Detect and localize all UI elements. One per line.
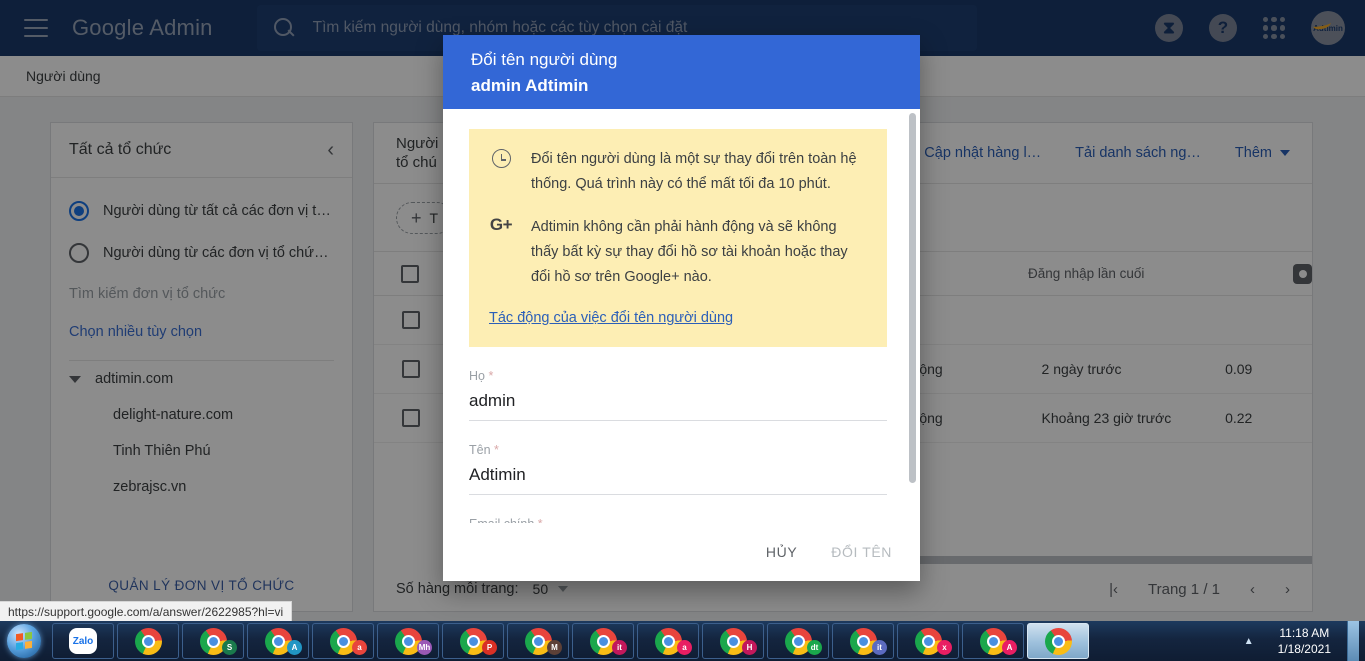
start-button[interactable] bbox=[0, 622, 48, 660]
taskbar-badge: S bbox=[222, 640, 237, 655]
taskbar-button[interactable] bbox=[1027, 623, 1089, 659]
clock-time: 11:18 AM bbox=[1279, 626, 1330, 640]
clock-icon bbox=[489, 147, 513, 197]
taskbar-badge: it bbox=[612, 640, 627, 655]
taskbar-button[interactable]: it bbox=[572, 623, 634, 659]
last-name-input[interactable]: admin bbox=[469, 383, 887, 421]
first-name-label: Tên * bbox=[469, 443, 887, 457]
windows-logo-icon bbox=[7, 624, 41, 658]
taskbar-items: Zalo S Aa Mh P Mit a Hdt it x A bbox=[52, 623, 1089, 659]
last-name-field[interactable]: Họ * admin bbox=[469, 369, 887, 421]
taskbar-button[interactable]: A bbox=[247, 623, 309, 659]
taskbar-button[interactable]: S bbox=[182, 623, 244, 659]
field-label-text: Tên bbox=[469, 443, 491, 457]
taskbar-button[interactable]: Mh bbox=[377, 623, 439, 659]
taskbar-badge: A bbox=[287, 640, 302, 655]
notice-item: Đổi tên người dùng là một sự thay đổi tr… bbox=[489, 147, 867, 197]
notice-panel: Đổi tên người dùng là một sự thay đổi tr… bbox=[469, 129, 887, 347]
clock[interactable]: 11:18 AM 1/18/2021 bbox=[1268, 625, 1341, 657]
system-tray: ▲ 11:18 AM 1/18/2021 bbox=[1244, 621, 1365, 661]
zalo-icon: Zalo bbox=[69, 628, 97, 654]
taskbar-button[interactable]: a bbox=[637, 623, 699, 659]
taskbar-badge: M bbox=[547, 640, 562, 655]
required-marker: * bbox=[488, 369, 494, 383]
rename-button[interactable]: ĐỔI TÊN bbox=[831, 544, 892, 560]
first-name-input[interactable]: Adtimin bbox=[469, 457, 887, 495]
notice-text: Đổi tên người dùng là một sự thay đổi tr… bbox=[531, 151, 857, 192]
taskbar-badge: Mh bbox=[417, 640, 432, 655]
field-label-text: Họ bbox=[469, 369, 485, 383]
taskbar-badge: dt bbox=[807, 640, 822, 655]
taskbar-button[interactable]: x bbox=[897, 623, 959, 659]
taskbar-badge: a bbox=[352, 640, 367, 655]
notice-link[interactable]: Tác động của việc đổi tên người dùng bbox=[489, 310, 733, 326]
google-plus-icon: G+ bbox=[489, 215, 513, 234]
show-desktop-button[interactable] bbox=[1347, 621, 1359, 661]
dialog-body: Đổi tên người dùng là một sự thay đổi tr… bbox=[443, 109, 920, 549]
last-name-label: Họ * bbox=[469, 369, 887, 383]
taskbar-button[interactable]: Zalo bbox=[52, 623, 114, 659]
taskbar-button[interactable]: H bbox=[702, 623, 764, 659]
taskbar-badge: x bbox=[937, 640, 952, 655]
windows-taskbar: Zalo S Aa Mh P Mit a Hdt it x A ▲ 11:18 AM 1/18/20… bbox=[0, 621, 1365, 661]
dialog-header: Đổi tên người dùng admin Adtimin bbox=[443, 35, 920, 109]
first-name-field[interactable]: Tên * Adtimin bbox=[469, 443, 887, 495]
taskbar-badge: P bbox=[482, 640, 497, 655]
required-marker: * bbox=[494, 443, 499, 457]
tray-expand-icon[interactable]: ▲ bbox=[1244, 636, 1254, 647]
dialog-subtitle: admin Adtimin bbox=[471, 76, 589, 95]
taskbar-button[interactable]: A bbox=[962, 623, 1024, 659]
taskbar-button[interactable] bbox=[117, 623, 179, 659]
taskbar-badge: it bbox=[872, 640, 887, 655]
dialog-title: Đổi tên người dùng bbox=[471, 50, 618, 69]
notice-item: G+ Adtimin không cần phải hành động và s… bbox=[489, 215, 867, 290]
taskbar-badge: A bbox=[1002, 640, 1017, 655]
taskbar-button[interactable]: M bbox=[507, 623, 569, 659]
screen: Google Admin Tìm kiếm người dùng, nhóm h… bbox=[0, 0, 1365, 661]
notice-text: Adtimin không cần phải hành động và sẽ k… bbox=[531, 219, 848, 285]
dialog-footer: HỦY ĐỔI TÊN bbox=[443, 523, 920, 581]
taskbar-badge: H bbox=[742, 640, 757, 655]
taskbar-button[interactable]: dt bbox=[767, 623, 829, 659]
status-bar-url: https://support.google.com/a/answer/2622… bbox=[0, 601, 293, 621]
clock-date: 1/18/2021 bbox=[1277, 642, 1331, 656]
taskbar-button[interactable]: a bbox=[312, 623, 374, 659]
taskbar-button[interactable]: it bbox=[832, 623, 894, 659]
chrome-icon bbox=[1044, 627, 1072, 655]
cancel-button[interactable]: HỦY bbox=[766, 544, 797, 560]
rename-user-dialog: Đổi tên người dùng admin Adtimin Đổi tên… bbox=[443, 35, 920, 581]
taskbar-badge: a bbox=[677, 640, 692, 655]
dialog-scrollbar[interactable] bbox=[909, 113, 916, 483]
taskbar-button[interactable]: P bbox=[442, 623, 504, 659]
chrome-icon bbox=[134, 627, 162, 655]
